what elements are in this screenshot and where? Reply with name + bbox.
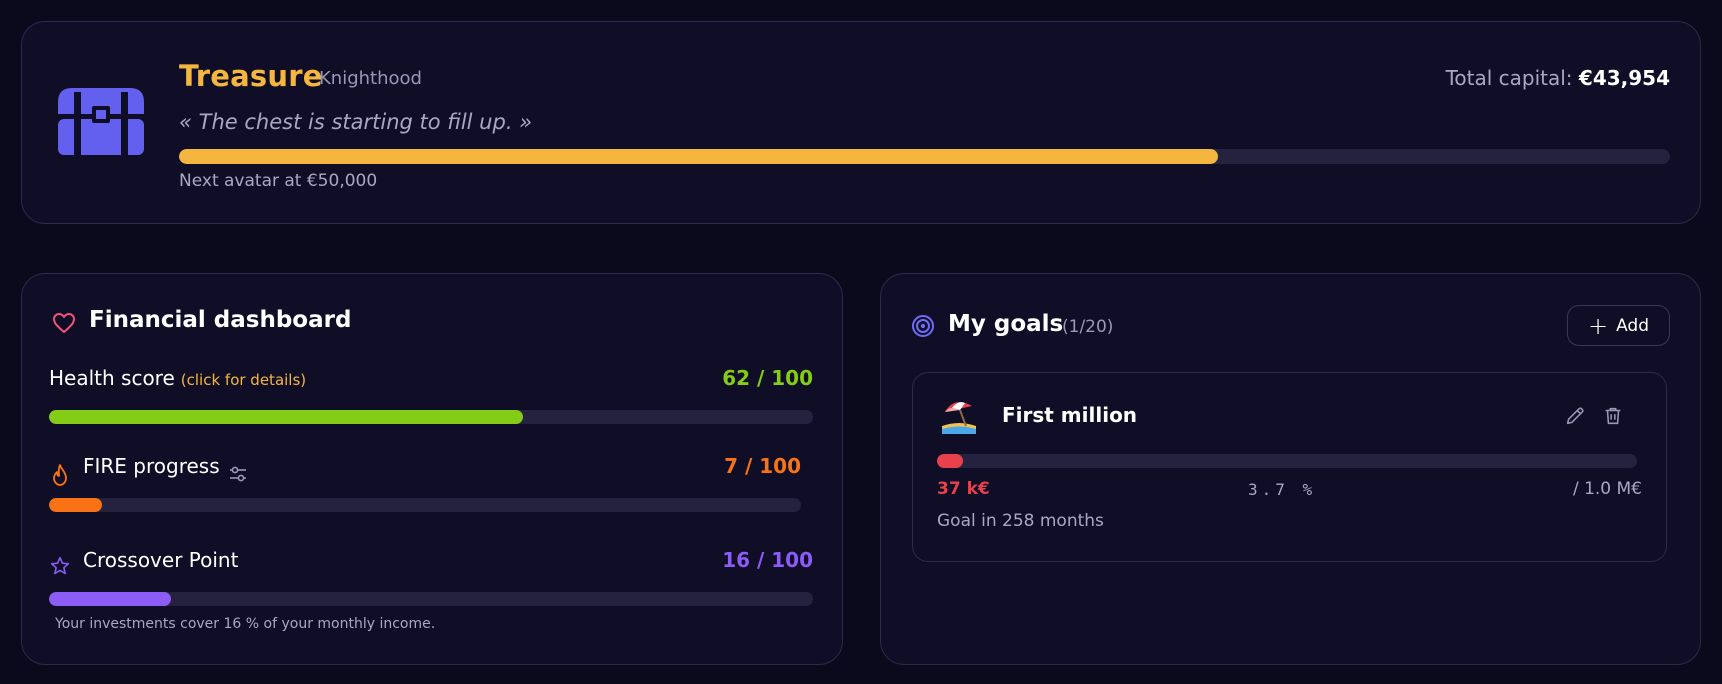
crossover-point-value: 16 / 100 [722, 548, 813, 572]
goals-card: My goals (1/20) + Add First million 37 k… [880, 273, 1701, 665]
heart-icon [53, 313, 75, 333]
crossover-point-fill [49, 592, 172, 606]
goal-item[interactable]: First million 37 k€ 3.7 % / 1.0 M€ Goal … [912, 372, 1667, 562]
total-capital: Total capital: €43,954 [1446, 66, 1670, 90]
treasure-title: Treasure [179, 59, 323, 93]
goal-current-amount: 37 k€ [937, 479, 990, 499]
add-goal-button[interactable]: + Add [1567, 305, 1670, 346]
treasure-card: Treasure Knighthood Total capital: €43,9… [21, 21, 1701, 224]
treasure-quote: « The chest is starting to fill up. » [179, 110, 533, 134]
health-score-value: 62 / 100 [722, 366, 813, 390]
treasure-rank: Knighthood [319, 68, 422, 89]
financial-dashboard-card: Financial dashboard Health score (click f… [21, 273, 843, 665]
goal-target-amount: / 1.0 M€ [1572, 479, 1642, 499]
health-score-row[interactable]: Health score (click for details) [49, 366, 306, 390]
health-score-fill [49, 410, 523, 424]
goal-percent: 3.7 % [1248, 480, 1317, 499]
health-score-label: Health score [49, 366, 175, 390]
goals-count: (1/20) [1062, 317, 1114, 337]
add-goal-label: Add [1616, 315, 1650, 336]
trash-icon[interactable] [1602, 405, 1624, 427]
treasure-progress-fill [179, 149, 1219, 164]
fire-progress-bar [49, 498, 801, 512]
next-avatar-text: Next avatar at €50,000 [179, 171, 378, 191]
health-score-details-link[interactable]: (click for details) [181, 371, 306, 389]
fire-icon [53, 464, 67, 486]
crossover-note: Your investments cover 16 % of your mont… [55, 616, 436, 632]
fire-progress-fill [49, 498, 102, 512]
crossover-point-label: Crossover Point [83, 548, 239, 572]
goal-progress-fill [937, 454, 963, 468]
pencil-icon[interactable] [1564, 405, 1586, 427]
dashboard-title: Financial dashboard [89, 307, 352, 333]
fire-progress-label: FIRE progress [83, 454, 220, 478]
crossover-point-bar [49, 592, 813, 606]
target-icon [912, 315, 934, 337]
fire-progress-value: 7 / 100 [724, 454, 801, 478]
goals-title: My goals [948, 311, 1064, 337]
total-capital-value: €43,954 [1578, 66, 1670, 90]
goal-name: First million [1002, 403, 1138, 427]
goal-progress-bar [937, 454, 1637, 468]
beach-umbrella-icon [942, 402, 976, 434]
health-score-bar [49, 410, 813, 424]
goal-eta: Goal in 258 months [937, 511, 1104, 531]
treasure-chest-icon [58, 88, 144, 155]
star-icon [50, 556, 70, 575]
treasure-progress-bar [179, 149, 1670, 164]
sliders-icon[interactable] [229, 466, 247, 482]
plus-icon: + [1587, 311, 1609, 340]
total-capital-label: Total capital: [1445, 66, 1573, 90]
